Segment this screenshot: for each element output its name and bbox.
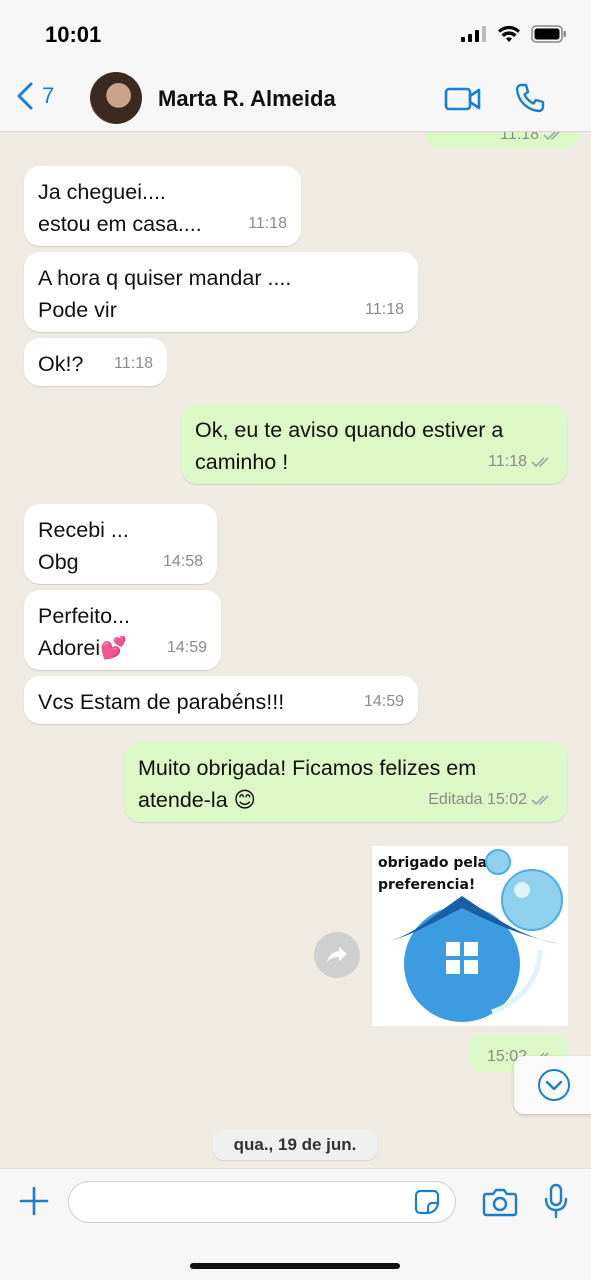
- chat-header: 7 Marta R. Almeida: [0, 62, 591, 132]
- message-bubble-incoming[interactable]: A hora q quiser mandar .... Pode vir 11:…: [24, 252, 418, 332]
- message-bubble-incoming[interactable]: Vcs Estam de parabéns!!! 14:59: [24, 676, 418, 724]
- forward-icon: [327, 947, 347, 963]
- message-bubble-incoming[interactable]: Ok!? 11:18: [24, 338, 167, 386]
- message-bubble-outgoing[interactable]: Muito obrigada! Ficamos felizes em atend…: [124, 742, 567, 822]
- double-check-icon: [543, 132, 561, 141]
- home-indicator: [190, 1263, 400, 1269]
- contact-name[interactable]: Marta R. Almeida: [158, 86, 336, 112]
- camera-button[interactable]: [482, 1187, 518, 1222]
- message-text: A hora q quiser mandar .... Pode vir: [38, 266, 292, 322]
- plus-icon: [19, 1186, 49, 1216]
- message-input[interactable]: [68, 1181, 456, 1223]
- message-time: 11:18: [488, 446, 553, 478]
- video-call-button[interactable]: [444, 86, 482, 117]
- image-message[interactable]: obrigado pela preferencia!: [372, 846, 568, 1026]
- battery-icon: [531, 25, 566, 43]
- message-bubble-incoming[interactable]: Ja cheguei.... estou em casa.... 11:18: [24, 166, 301, 246]
- voice-call-button[interactable]: [514, 82, 546, 119]
- attach-button[interactable]: [18, 1185, 50, 1222]
- video-icon: [444, 87, 481, 111]
- sticker-button[interactable]: [414, 1189, 440, 1220]
- message-time: 14:58: [162, 553, 203, 570]
- sticker-icon: [414, 1189, 440, 1215]
- house-logo-image: [378, 849, 563, 1022]
- camera-icon: [482, 1188, 518, 1217]
- microphone-button[interactable]: [544, 1183, 568, 1224]
- message-bubble-outgoing[interactable]: 11:18: [425, 132, 579, 148]
- microphone-icon: [544, 1183, 568, 1219]
- double-check-icon: [531, 457, 549, 468]
- unread-count: 7: [42, 83, 55, 108]
- scroll-to-bottom-button[interactable]: [514, 1056, 591, 1114]
- message-bubble-incoming[interactable]: Recebi ... Obg 14:58: [24, 504, 217, 584]
- date-separator: qua., 19 de jun.: [213, 1130, 377, 1160]
- contact-avatar[interactable]: [90, 72, 142, 124]
- phone-icon: [515, 83, 545, 113]
- chevron-left-icon: [17, 82, 33, 110]
- message-time: 11:18: [500, 132, 565, 144]
- chat-area[interactable]: 11:18 Ja cheguei.... estou em casa.... 1…: [0, 132, 591, 1168]
- message-text: Vcs Estam de parabéns!!!: [38, 690, 285, 714]
- wifi-icon: [498, 25, 520, 42]
- status-time: 10:01: [45, 22, 102, 47]
- forward-button[interactable]: [314, 932, 360, 978]
- double-check-icon: [531, 795, 549, 806]
- status-icons: [461, 25, 567, 43]
- input-bar: [0, 1168, 591, 1280]
- status-bar: 10:01: [0, 0, 591, 62]
- chevron-down-icon: [538, 1069, 570, 1101]
- message-time: 14:59: [166, 639, 207, 656]
- message-time: 11:18: [248, 215, 287, 232]
- signal-icon: [461, 26, 486, 42]
- message-time: 11:18: [365, 301, 404, 318]
- message-time: 11:18: [114, 355, 153, 372]
- message-time: 14:59: [363, 693, 404, 710]
- message-time: Editada 15:02: [428, 784, 553, 816]
- message-bubble-outgoing[interactable]: Ok, eu te aviso quando estiver a caminho…: [181, 404, 567, 484]
- back-button[interactable]: 7: [16, 82, 54, 110]
- message-bubble-incoming[interactable]: Perfeito... Adorei💕 14:59: [24, 590, 221, 670]
